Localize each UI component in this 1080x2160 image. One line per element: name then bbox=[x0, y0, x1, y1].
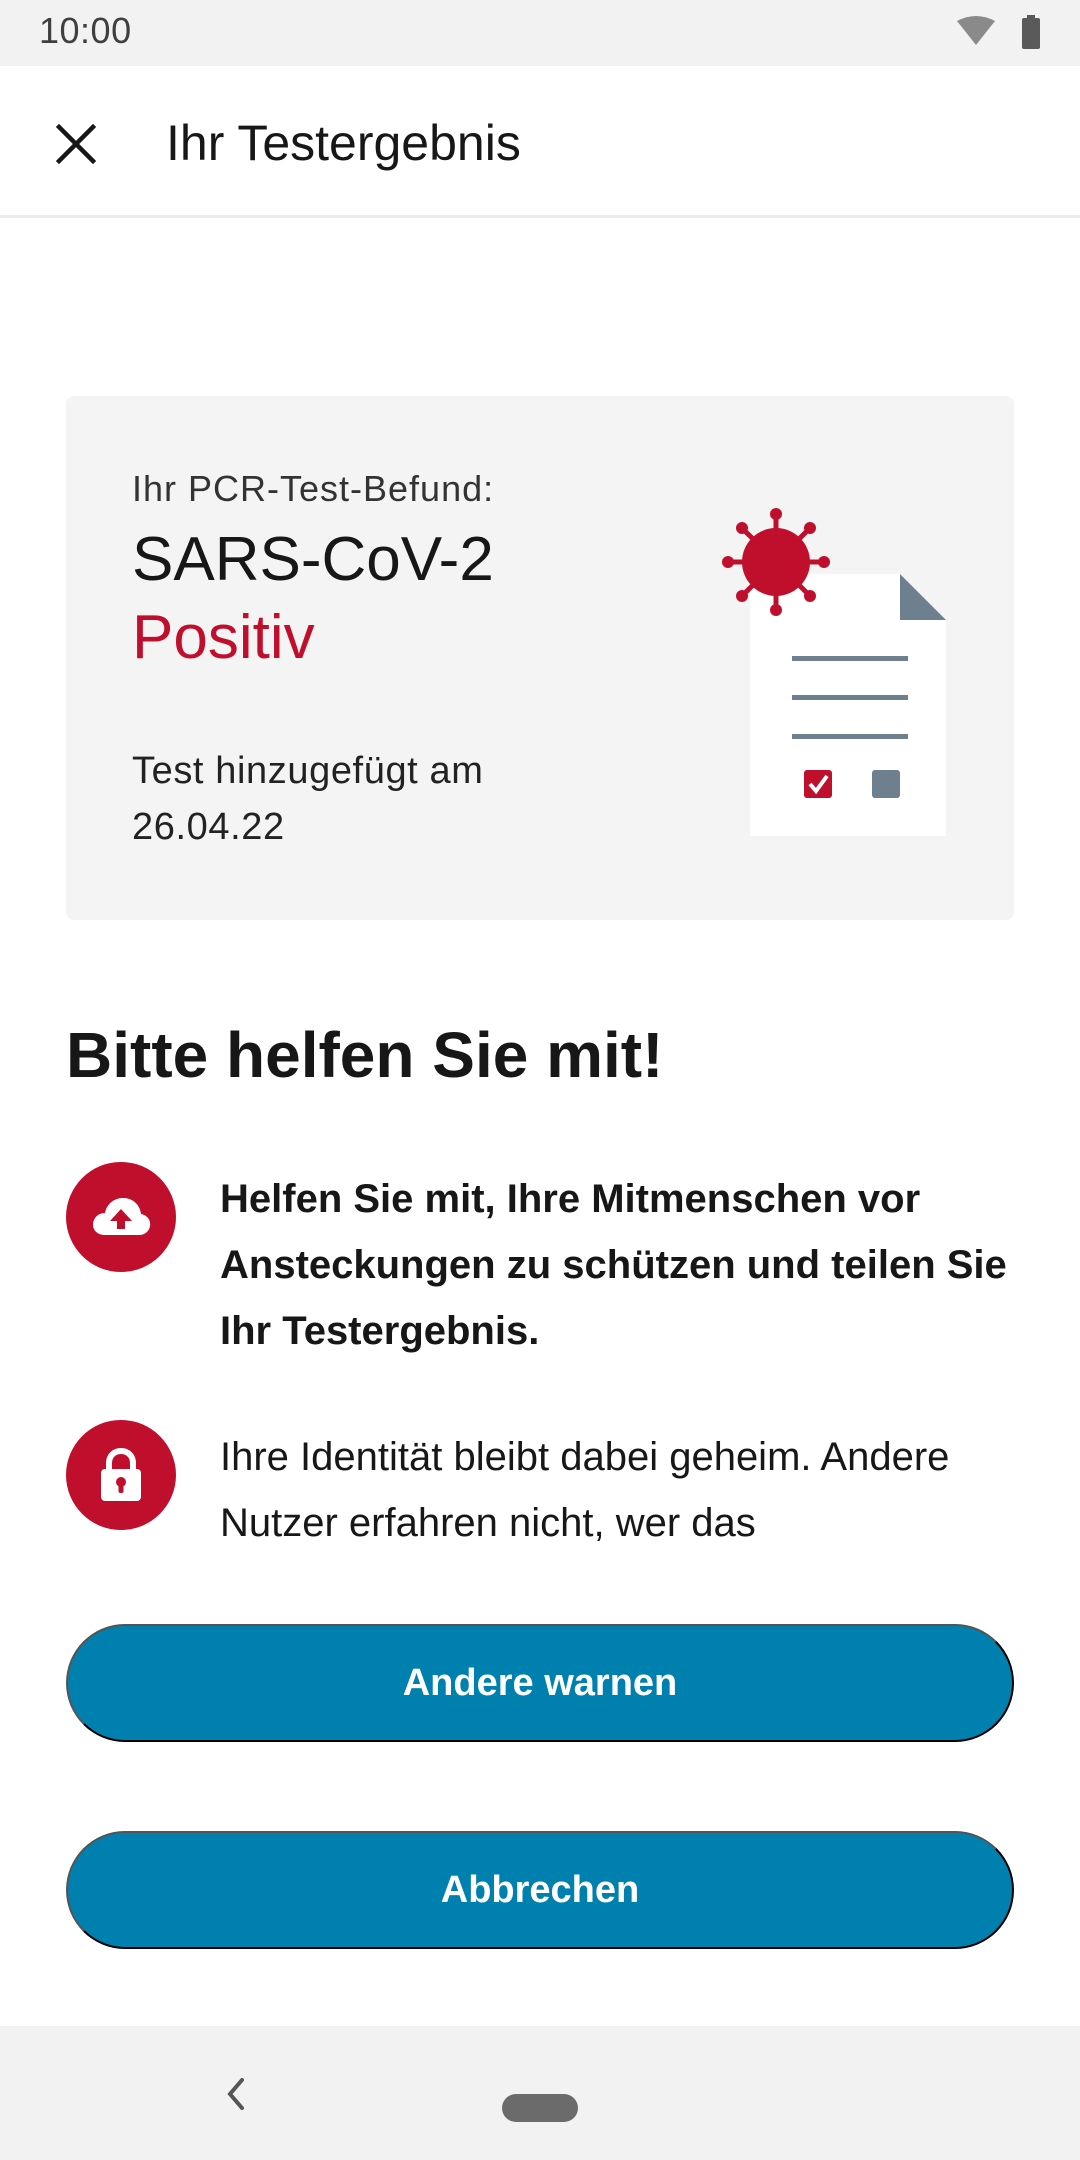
system-nav-bar bbox=[0, 2026, 1080, 2160]
test-document-virus-icon bbox=[656, 506, 956, 841]
cloud-upload-icon bbox=[66, 1162, 176, 1272]
date-added-label: Test hinzugefügt am bbox=[132, 750, 484, 792]
result-label: Ihr PCR-Test-Befund: bbox=[132, 468, 495, 509]
close-icon bbox=[56, 124, 96, 164]
nav-back-button[interactable] bbox=[222, 2074, 250, 2119]
virus-name: SARS-CoV-2 bbox=[132, 525, 494, 594]
lock-icon bbox=[66, 1420, 176, 1530]
close-button[interactable] bbox=[36, 104, 116, 184]
wifi-icon bbox=[957, 16, 995, 45]
status-bar: 10:00 bbox=[0, 0, 1080, 66]
help-heading: Bitte helfen Sie mit! bbox=[66, 1019, 664, 1091]
status-time: 10:00 bbox=[39, 10, 132, 51]
status-icons bbox=[954, 15, 1044, 51]
nav-home-button[interactable] bbox=[502, 2094, 578, 2122]
battery-icon bbox=[1022, 15, 1040, 49]
result-status: Positiv bbox=[132, 603, 315, 672]
cancel-button[interactable]: Abbrechen bbox=[66, 1831, 1014, 1949]
info-text-privacy: Ihre Identität bleibt dabei geheim. Ande… bbox=[220, 1435, 950, 1545]
warn-others-button[interactable]: Andere warnen bbox=[66, 1624, 1014, 1742]
info-text-share: Helfen Sie mit, Ihre Mitmenschen vor Ans… bbox=[220, 1177, 1007, 1353]
page-title: Ihr Testergebnis bbox=[166, 115, 521, 171]
test-result-card: Ihr PCR-Test-Befund: SARS-CoV-2 Positiv … bbox=[66, 396, 1014, 920]
date-added-value: 26.04.22 bbox=[132, 806, 285, 848]
app-bar: Ihr Testergebnis bbox=[0, 66, 1080, 218]
back-chevron-icon bbox=[227, 2078, 244, 2110]
